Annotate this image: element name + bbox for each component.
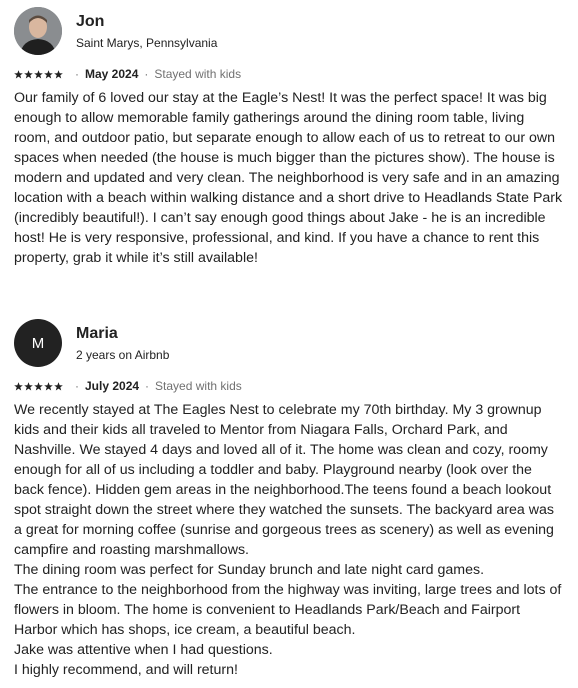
separator-dot: · — [144, 67, 149, 81]
reviewer-tenure: 2 years on Airbnb — [76, 347, 170, 362]
review-card: M Maria 2 years on Airbnb · July 2024 · … — [14, 318, 564, 680]
star-icon — [24, 381, 33, 390]
review-card: Jon Saint Marys, Pennsylvania · May 2024… — [14, 6, 564, 268]
separator-dot: · — [75, 67, 79, 81]
star-icon — [54, 69, 63, 78]
star-icon — [24, 69, 33, 78]
reviewer-name: Jon — [76, 12, 105, 30]
separator-dot: · — [75, 379, 79, 393]
star-icon — [44, 69, 53, 78]
avatar[interactable]: M — [14, 319, 62, 367]
star-icon — [14, 69, 23, 78]
review-date: May 2024 — [85, 67, 139, 81]
avatar[interactable] — [14, 7, 62, 55]
star-icon — [14, 381, 23, 390]
review-text: Our family of 6 loved our stay at the Ea… — [14, 90, 563, 266]
stay-type: Stayed with kids — [154, 67, 242, 81]
reviews-list: Jon Saint Marys, Pennsylvania · May 2024… — [0, 0, 578, 688]
star-icon — [34, 69, 43, 78]
review-meta: · July 2024 · Stayed with kids — [14, 378, 564, 394]
star-icon — [44, 381, 53, 390]
review-header: M Maria 2 years on Airbnb — [14, 318, 564, 368]
user-photo-icon — [14, 7, 62, 55]
star-rating — [14, 69, 63, 79]
reviewer-location: Saint Marys, Pennsylvania — [76, 35, 218, 50]
separator-dot: · — [145, 379, 150, 393]
stay-type: Stayed with kids — [155, 379, 242, 393]
star-icon — [34, 381, 43, 390]
star-rating — [14, 381, 63, 391]
reviewer-name: Maria — [76, 324, 118, 342]
review-meta: · May 2024 · Stayed with kids — [14, 66, 564, 82]
review-text: We recently stayed at The Eagles Nest to… — [14, 402, 562, 678]
review-date: July 2024 — [85, 379, 140, 393]
review-header: Jon Saint Marys, Pennsylvania — [14, 6, 564, 56]
star-icon — [54, 381, 63, 390]
